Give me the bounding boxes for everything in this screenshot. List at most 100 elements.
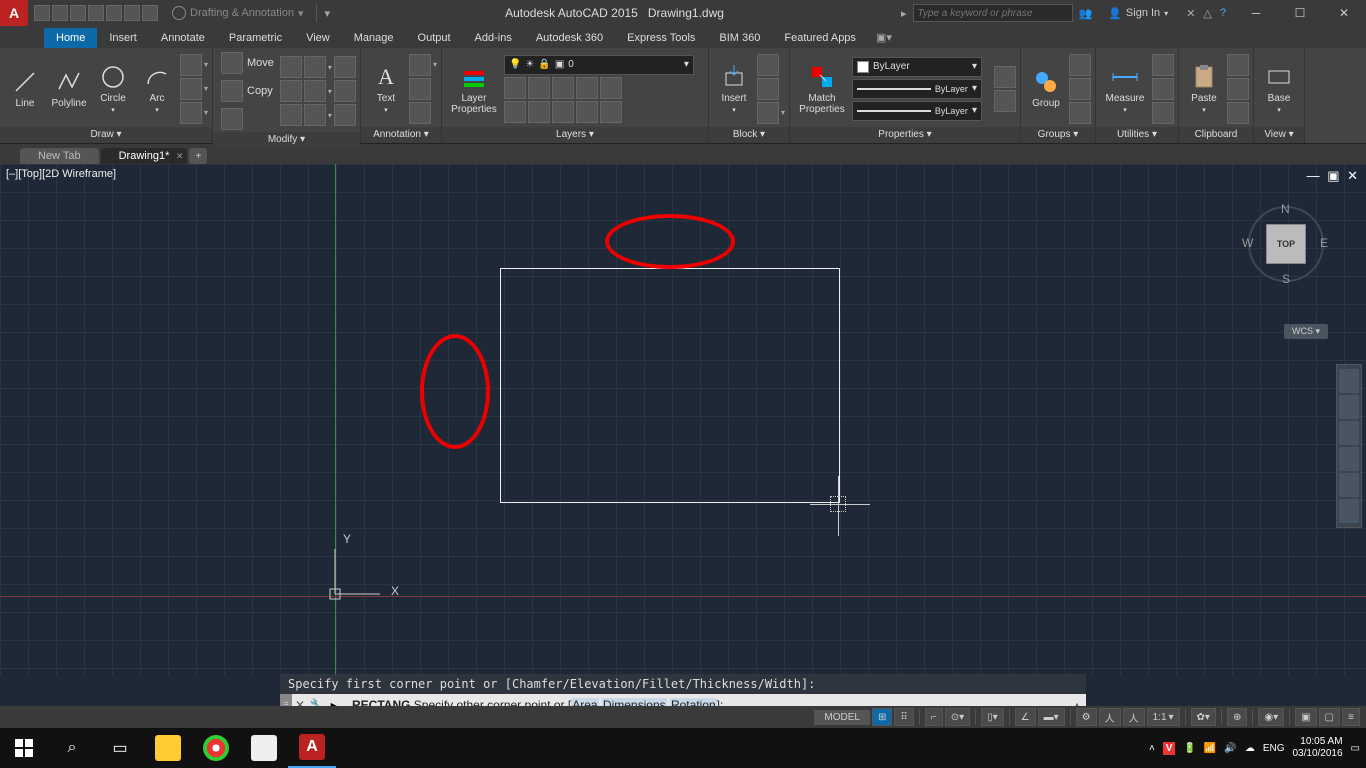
offset-icon[interactable] [334, 104, 356, 126]
open-icon[interactable] [52, 5, 68, 21]
signin-button[interactable]: 👤 Sign In ▾ [1098, 7, 1178, 20]
leader-icon[interactable] [409, 78, 431, 100]
chrome-app[interactable] [192, 728, 240, 768]
grid-toggle[interactable]: ⊞ [872, 708, 892, 726]
wcs-label[interactable]: WCS ▾ [1284, 324, 1328, 339]
group-sel-icon[interactable] [1069, 102, 1091, 124]
a360-icon[interactable]: △ [1203, 7, 1211, 20]
tab-parametric[interactable]: Parametric [217, 28, 294, 48]
redo-icon[interactable] [142, 5, 158, 21]
panel-layers-label[interactable]: Layers ▾ [442, 127, 708, 143]
snap-toggle[interactable]: ⠿ [894, 708, 913, 726]
tray-power-icon[interactable]: 🔋 [1183, 743, 1195, 754]
tab-annotate[interactable]: Annotate [149, 28, 217, 48]
fullnav-icon[interactable] [1339, 369, 1359, 393]
orbit-icon[interactable] [1339, 447, 1359, 471]
text-button[interactable]: AText▾ [365, 59, 407, 118]
copybase-icon[interactable] [1227, 102, 1249, 124]
viewcube-e[interactable]: E [1320, 236, 1328, 250]
table-icon[interactable] [409, 102, 431, 124]
anno-vis-toggle[interactable]: 人 [1099, 708, 1121, 726]
erase-icon[interactable] [334, 56, 356, 78]
explode-icon[interactable] [334, 80, 356, 102]
tab-expresstools[interactable]: Express Tools [615, 28, 707, 48]
anno-scale[interactable]: 1:1▾ [1147, 708, 1180, 726]
layer-off-icon[interactable] [504, 77, 526, 99]
arc-button[interactable]: Arc▾ [136, 59, 178, 118]
panel-utilities-label[interactable]: Utilities ▾ [1096, 127, 1178, 143]
view-label[interactable]: [–][Top][2D Wireframe] [6, 168, 116, 180]
tab-new[interactable]: New Tab [20, 148, 99, 164]
iso-toggle[interactable]: ◉▾ [1258, 708, 1284, 726]
search-button[interactable]: ⌕ [48, 728, 96, 768]
pan-icon[interactable] [1339, 395, 1359, 419]
anno-monitor-toggle[interactable]: ⊕ [1227, 708, 1247, 726]
explorer-app[interactable] [144, 728, 192, 768]
viewcube-n[interactable]: N [1281, 202, 1290, 216]
taskview-button[interactable]: ▭ [96, 728, 144, 768]
pinned-app[interactable] [240, 728, 288, 768]
panel-modify-label[interactable]: Modify ▾ [213, 132, 360, 148]
group-button[interactable]: Group [1025, 64, 1067, 113]
custom-toggle[interactable]: ≡ [1342, 708, 1360, 726]
layer-thaw-icon[interactable] [552, 101, 574, 123]
search-icon[interactable]: 👥 [1073, 7, 1099, 20]
title-arrow-icon[interactable]: ▸ [895, 7, 913, 20]
tray-lang[interactable]: ENG [1263, 743, 1285, 754]
properties-palette-icon[interactable] [994, 66, 1016, 88]
save-icon[interactable] [70, 5, 86, 21]
hatch-icon[interactable] [180, 102, 202, 124]
add-tab-button[interactable]: + [189, 148, 207, 164]
panel-draw-label[interactable]: Draw ▾ [0, 127, 212, 143]
panel-properties-label[interactable]: Properties ▾ [790, 127, 1020, 143]
app-logo[interactable]: A [0, 0, 28, 26]
lineweight-dropdown[interactable]: ByLayer▾ [852, 79, 982, 99]
layer-properties-button[interactable]: Layer Properties [446, 59, 502, 119]
cut-icon[interactable] [1227, 54, 1249, 76]
layer-match-icon[interactable] [504, 101, 526, 123]
linetype-dropdown[interactable]: ByLayer▾ [852, 101, 982, 121]
tray-onedrive-icon[interactable]: ☁ [1245, 743, 1255, 754]
panel-groups-label[interactable]: Groups ▾ [1021, 127, 1095, 143]
rotate-icon[interactable] [280, 56, 302, 78]
tab-home[interactable]: Home [44, 28, 97, 48]
zoom-icon[interactable] [1339, 421, 1359, 445]
ortho-toggle[interactable]: ⌐ [925, 708, 943, 726]
insert-button[interactable]: Insert▾ [713, 59, 755, 118]
move-button[interactable]: Move [217, 50, 278, 76]
lwt-toggle[interactable]: ▬▾ [1038, 708, 1065, 726]
point-icon[interactable] [1152, 102, 1174, 124]
tab-addins[interactable]: Add-ins [463, 28, 524, 48]
start-button[interactable] [0, 728, 48, 768]
ungroup-icon[interactable] [1069, 54, 1091, 76]
anno-toggle[interactable]: ⚙ [1076, 708, 1097, 726]
nav-more-icon[interactable] [1339, 499, 1359, 523]
layer-prev-icon[interactable] [528, 101, 550, 123]
tray-wifi-icon[interactable]: 📶 [1204, 743, 1216, 754]
tab-view[interactable]: View [294, 28, 342, 48]
mirror-icon[interactable] [280, 80, 302, 102]
trim-icon[interactable] [304, 56, 326, 78]
panel-view-label[interactable]: View ▾ [1254, 127, 1304, 143]
osnap-toggle[interactable]: ▯▾ [981, 708, 1004, 726]
edit-block-icon[interactable] [757, 78, 779, 100]
polyline-button[interactable]: Polyline [48, 64, 90, 113]
tab-insert[interactable]: Insert [97, 28, 149, 48]
viewcube-w[interactable]: W [1242, 236, 1253, 250]
polar-toggle[interactable]: ⊙▾ [945, 708, 970, 726]
clean-toggle[interactable]: ▢ [1319, 708, 1340, 726]
tab-output[interactable]: Output [406, 28, 463, 48]
saveas-icon[interactable] [88, 5, 104, 21]
close-icon[interactable]: ✕ [176, 151, 184, 162]
line-button[interactable]: Line [4, 64, 46, 113]
layer-dropdown[interactable]: 💡☀🔒▣0▾ [504, 55, 694, 75]
circle-button[interactable]: Circle▾ [92, 59, 134, 118]
tab-autodesk360[interactable]: Autodesk 360 [524, 28, 615, 48]
measure-button[interactable]: Measure▾ [1100, 59, 1150, 118]
otrack-toggle[interactable]: ∠ [1015, 708, 1036, 726]
hw-toggle[interactable]: ▣ [1295, 708, 1316, 726]
layer-lock-icon[interactable] [576, 77, 598, 99]
ws-toggle[interactable]: ✿▾ [1191, 708, 1216, 726]
ribbon-launcher-icon[interactable]: ▣▾ [868, 27, 900, 48]
new-icon[interactable] [34, 5, 50, 21]
